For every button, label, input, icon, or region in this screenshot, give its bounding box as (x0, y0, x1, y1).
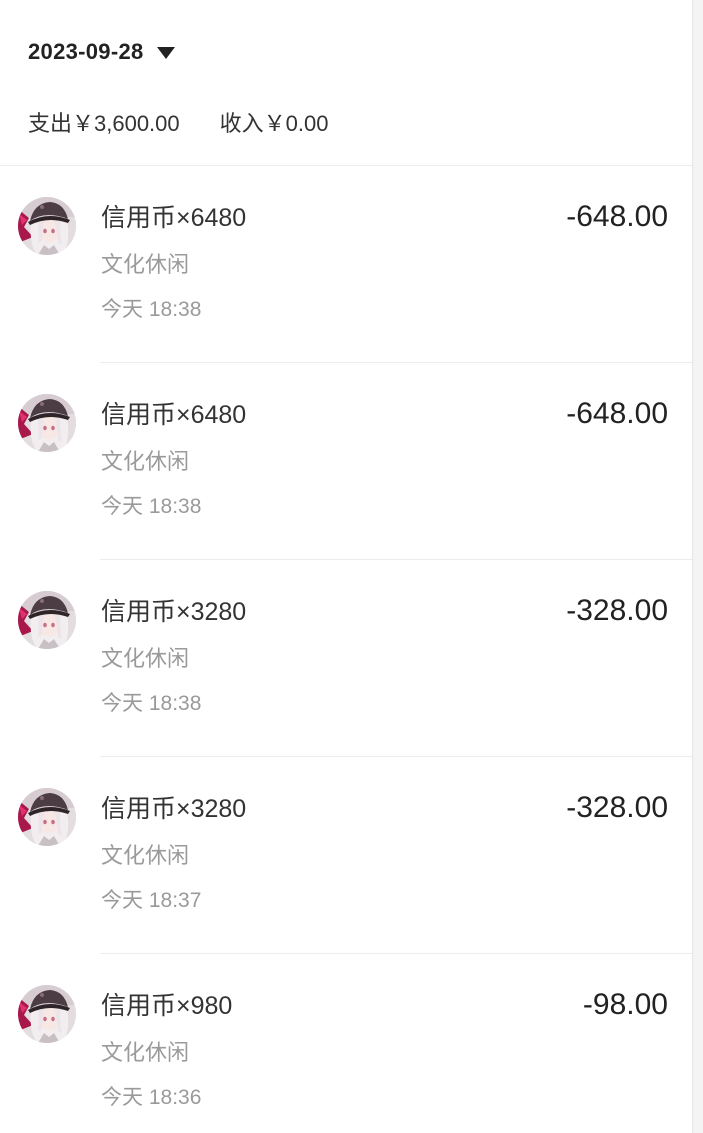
date-selector[interactable]: 2023-09-28 (28, 36, 175, 68)
transaction-title: 信用币×980 (101, 992, 233, 1020)
transaction-title: 信用币×6480 (101, 401, 247, 429)
anime-character-avatar (18, 394, 76, 452)
transaction-time: 今天 18:38 (101, 495, 202, 518)
anime-character-avatar (18, 985, 76, 1043)
daily-summary: 支出￥3,600.00 收入￥0.00 (28, 108, 328, 140)
transaction-time: 今天 18:38 (101, 298, 202, 321)
transaction-item[interactable]: 信用币×3280 -328.00 文化休闲 今天 18:37 (0, 757, 692, 954)
income-total: 收入￥0.00 (219, 111, 329, 136)
anime-character-avatar (18, 591, 76, 649)
transaction-amount: -648.00 (566, 200, 668, 233)
transaction-item[interactable]: 信用币×6480 -648.00 文化休闲 今天 18:38 (0, 363, 692, 560)
transaction-category: 文化休闲 (101, 1040, 190, 1065)
transaction-category: 文化休闲 (101, 449, 190, 474)
transaction-time: 今天 18:37 (101, 889, 202, 912)
transaction-title: 信用币×6480 (101, 204, 247, 232)
transaction-category: 文化休闲 (101, 843, 190, 868)
transaction-item[interactable]: 信用币×6480 -648.00 文化休闲 今天 18:38 (0, 166, 692, 363)
transaction-title: 信用币×3280 (101, 795, 247, 823)
transaction-time: 今天 18:36 (101, 1086, 202, 1109)
anime-character-avatar (18, 788, 76, 846)
transaction-category: 文化休闲 (101, 646, 190, 671)
date-label: 2023-09-28 (28, 39, 144, 64)
anime-character-avatar (18, 197, 76, 255)
transaction-amount: -648.00 (566, 397, 668, 430)
transaction-list-page: 2023-09-28 支出￥3,600.00 收入￥0.00 信用币×6480 … (0, 0, 692, 1133)
transaction-item[interactable]: 信用币×3280 -328.00 文化休闲 今天 18:38 (0, 560, 692, 757)
summary-header: 2023-09-28 支出￥3,600.00 收入￥0.00 (0, 0, 692, 166)
scrollbar-track[interactable] (692, 0, 703, 1133)
transaction-title: 信用币×3280 (101, 598, 247, 626)
triangle-down-icon[interactable] (156, 47, 175, 59)
expense-total: 支出￥3,600.00 (28, 111, 180, 136)
transaction-amount: -328.00 (566, 594, 668, 627)
transaction-category: 文化休闲 (101, 252, 190, 277)
transaction-item[interactable]: 信用币×980 -98.00 文化休闲 今天 18:36 (0, 954, 692, 1133)
transaction-amount: -328.00 (566, 791, 668, 824)
transaction-amount: -98.00 (582, 988, 668, 1021)
transaction-time: 今天 18:38 (101, 692, 202, 715)
